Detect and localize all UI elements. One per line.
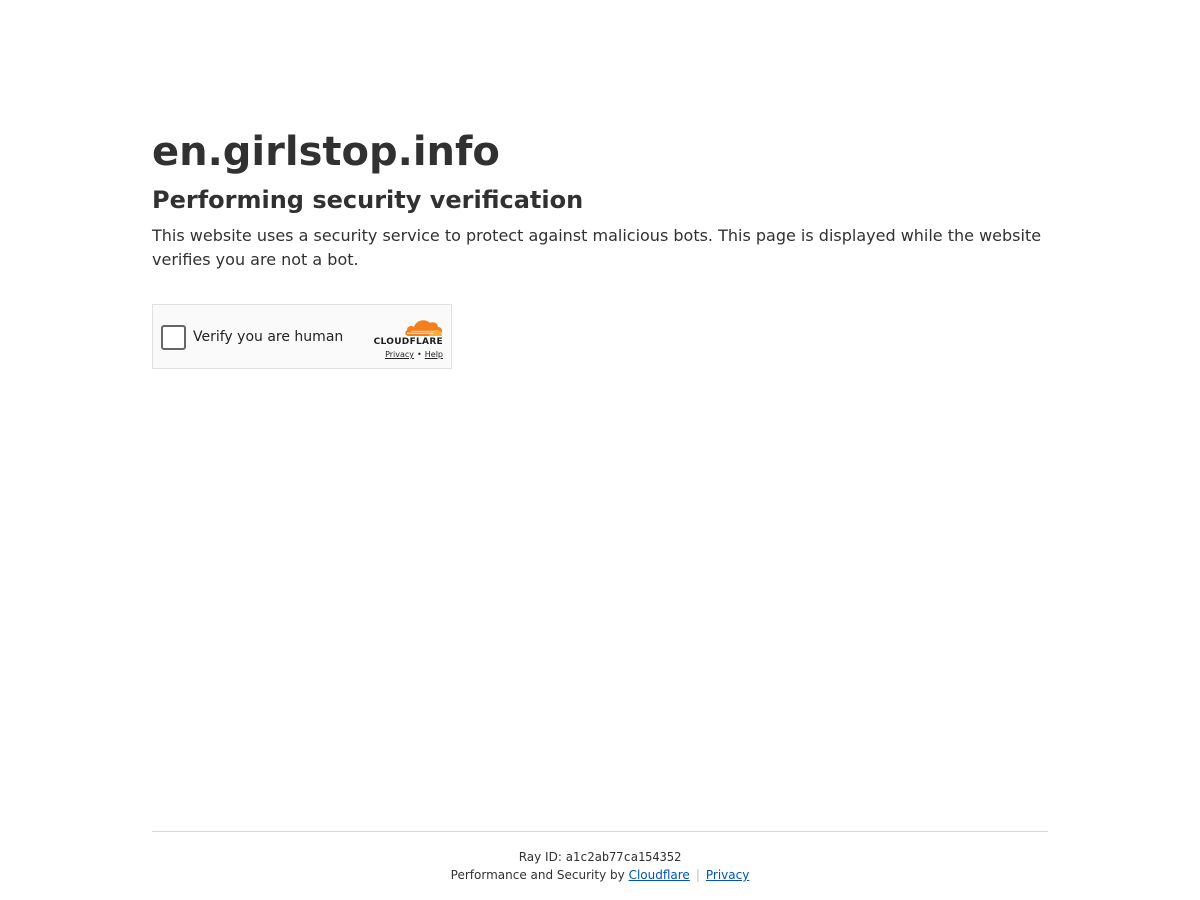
cloudflare-wordmark: CLOUDFLARE (373, 337, 443, 347)
performance-line: Performance and Security by Cloudflare | P… (451, 868, 750, 882)
widget-links: Privacy • Help (385, 350, 443, 360)
footer-privacy-link[interactable]: Privacy (706, 868, 749, 882)
footer-separator: | (695, 868, 700, 882)
cloudflare-brand: CLOUDFLARE Privacy • Help (365, 316, 443, 360)
footer: Ray ID: a1c2ab77ca154352 Performance and… (152, 848, 1048, 884)
site-title: en.girlstop.info (152, 129, 500, 175)
page-headline: Performing security verification (152, 186, 584, 214)
widget-help-link[interactable]: Help (425, 350, 443, 359)
widget-links-separator: • (417, 350, 422, 359)
ray-id-label: Ray ID: (518, 850, 562, 864)
cloudflare-cloud-icon (405, 320, 442, 336)
verify-label[interactable]: Verify you are human (193, 327, 343, 347)
turnstile-widget: Verify you are human CLOUDFLARE Privacy •… (152, 304, 452, 369)
ray-id-line: Ray ID: a1c2ab77ca154352 (152, 848, 1048, 866)
performance-text: Performance and Security by (450, 868, 625, 882)
verify-checkbox[interactable] (161, 325, 186, 350)
cloudflare-link[interactable]: Cloudflare (629, 868, 690, 882)
ray-id-value: a1c2ab77ca154352 (565, 850, 682, 864)
widget-privacy-link[interactable]: Privacy (385, 350, 414, 359)
page-description: This website uses a security service to … (152, 226, 1042, 269)
footer-divider (152, 831, 1048, 832)
